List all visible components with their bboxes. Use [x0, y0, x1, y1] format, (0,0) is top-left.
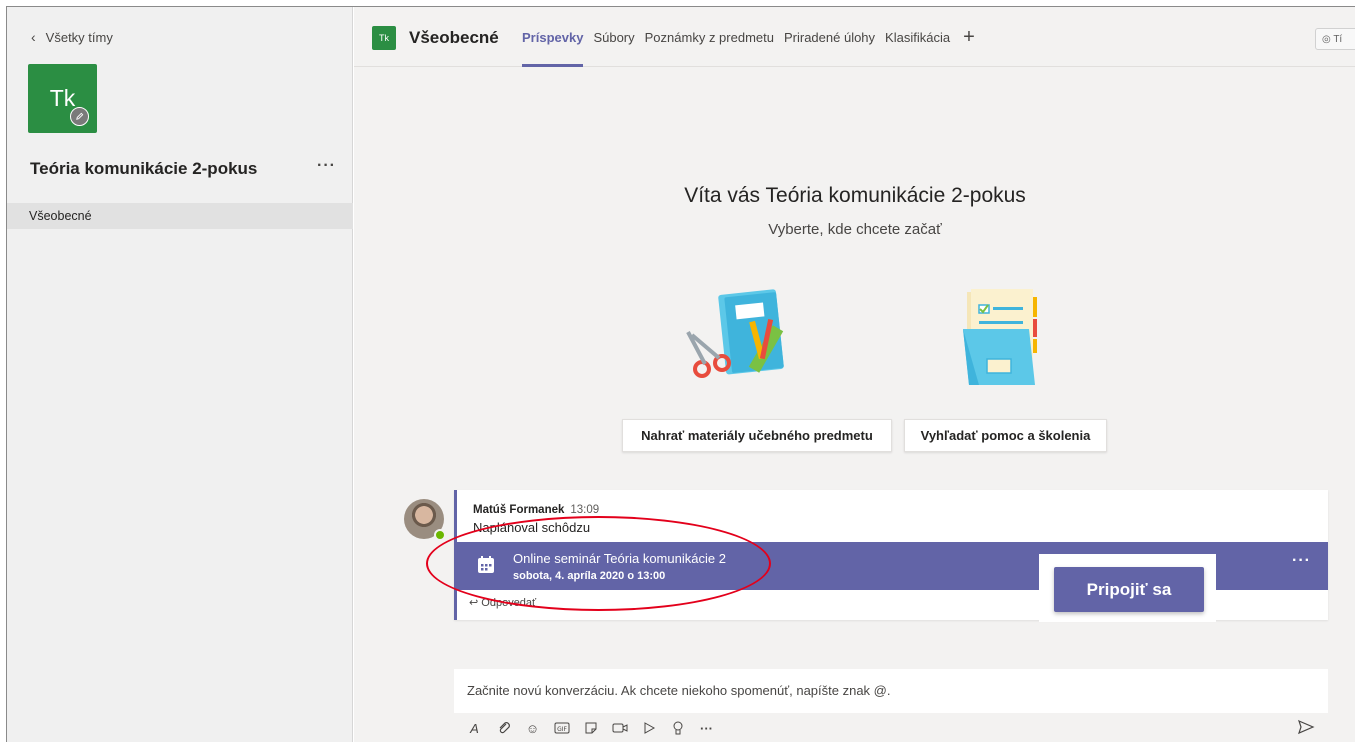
join-callout: Pripojiť sa	[1039, 554, 1216, 622]
back-to-teams-link[interactable]: ‹ Všetky tímy	[31, 29, 113, 45]
message-text: Naplánoval schôdzu	[473, 520, 591, 535]
edit-pencil-icon[interactable]	[70, 107, 89, 126]
add-tab-icon[interactable]: +	[955, 7, 983, 67]
message-author[interactable]: Matúš Formanek	[473, 504, 564, 516]
join-meeting-button[interactable]: Pripojiť sa	[1054, 567, 1204, 612]
meeting-more-options-icon[interactable]: ···	[1292, 552, 1311, 570]
team-avatar[interactable]: Tk	[28, 64, 97, 133]
team-initials: Tk	[49, 85, 76, 111]
emoji-icon[interactable]: ☺	[524, 720, 541, 737]
praise-icon[interactable]	[669, 720, 686, 737]
reply-label: Odpovedať	[481, 597, 537, 609]
team-more-options-icon[interactable]: ···	[317, 157, 336, 175]
calendar-icon	[478, 556, 494, 573]
channel-header: Tk Všeobecné Príspevky Súbory Poznámky z…	[354, 7, 1355, 67]
meet-now-icon[interactable]	[611, 720, 628, 737]
send-icon[interactable]	[1297, 718, 1315, 736]
sticker-icon[interactable]	[582, 720, 599, 737]
message-header: Matúš Formanek 13:09	[473, 504, 599, 516]
tab-priradene-ulohy[interactable]: Priradené úlohy	[779, 7, 880, 67]
new-conversation-input[interactable]: Začnite novú konverzáciu. Ak chcete niek…	[454, 669, 1328, 713]
find-help-button[interactable]: Vyhľadať pomoc a školenia	[904, 419, 1107, 452]
format-icon[interactable]: A	[466, 720, 483, 737]
teams-window: ‹ Všetky tímy Tk Teória komunikácie 2-po…	[6, 6, 1355, 742]
team-sidebar: ‹ Všetky tímy Tk Teória komunikácie 2-po…	[7, 7, 353, 742]
avatar[interactable]	[404, 499, 446, 541]
presence-available-icon	[434, 529, 446, 541]
reply-arrow-icon: ↩	[469, 597, 479, 609]
tab-poznamky[interactable]: Poznámky z predmetu	[640, 7, 779, 67]
attach-icon[interactable]	[495, 720, 512, 737]
meeting-date: sobota, 4. apríla 2020 o 13:00	[513, 570, 666, 582]
channel-avatar: Tk	[372, 26, 396, 50]
welcome-subtitle: Vyberte, kde chcete začať	[768, 221, 942, 238]
team-name: Teória komunikácie 2-pokus	[30, 159, 258, 178]
more-options-icon[interactable]: ···	[698, 720, 715, 737]
channel-title: Všeobecné	[409, 28, 499, 47]
sidebar-item-vseobecne[interactable]: Všeobecné	[7, 203, 353, 229]
channel-main: Tk Všeobecné Príspevky Súbory Poznámky z…	[354, 7, 1355, 742]
compose-toolbar: A ☺ GIF ···	[466, 718, 715, 738]
reply-link[interactable]: ↩ Odpovedať	[469, 596, 536, 609]
tab-prispevky[interactable]: Príspevky	[517, 7, 588, 67]
folder-illustration	[963, 289, 1037, 385]
notebook-scissors-illustration	[686, 289, 784, 378]
gif-icon[interactable]: GIF	[553, 720, 570, 737]
team-chip[interactable]: ◎ Tí	[1315, 28, 1355, 50]
back-label: Všetky tímy	[45, 29, 113, 45]
tab-subory[interactable]: Súbory	[588, 7, 639, 67]
upload-materials-button[interactable]: Nahrať materiály učebného predmetu	[622, 419, 892, 452]
chevron-left-icon: ‹	[31, 29, 36, 45]
tab-klasifikacia[interactable]: Klasifikácia	[880, 7, 955, 67]
meeting-title: Online seminár Teória komunikácie 2	[513, 551, 726, 566]
message-time: 13:09	[570, 504, 600, 516]
svg-text:GIF: GIF	[557, 726, 567, 733]
welcome-title: Víta vás Teória komunikácie 2-pokus	[684, 184, 1026, 207]
tab-bar: Príspevky Súbory Poznámky z predmetu Pri…	[517, 7, 983, 67]
stream-icon[interactable]	[640, 720, 657, 737]
